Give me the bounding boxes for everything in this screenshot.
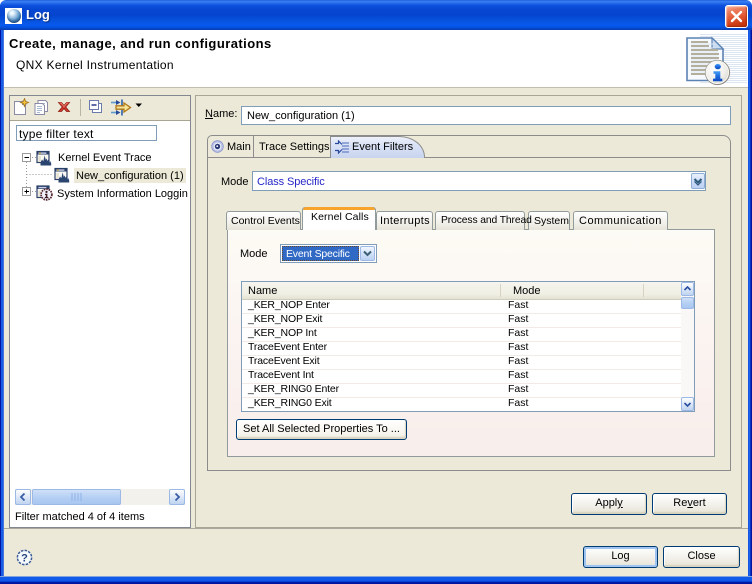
svg-text:?: ? — [21, 552, 28, 564]
